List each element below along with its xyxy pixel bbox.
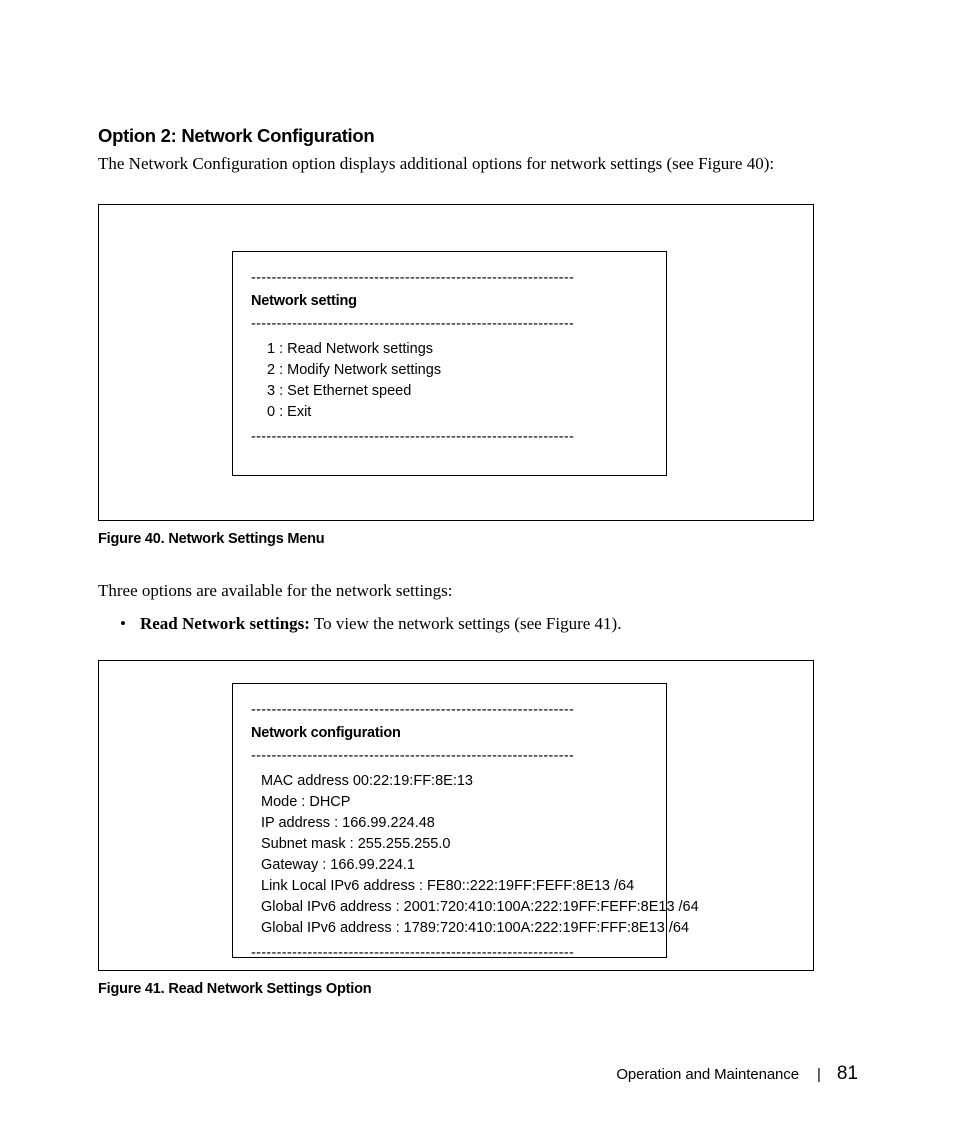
divider-line: ----------------------------------------… bbox=[251, 268, 648, 289]
divider-line: ----------------------------------------… bbox=[251, 943, 648, 964]
divider-line: ----------------------------------------… bbox=[251, 314, 648, 335]
page-footer: Operation and Maintenance | 81 bbox=[616, 1063, 858, 1085]
config-linklocal: Link Local IPv6 address : FE80::222:19FF… bbox=[261, 876, 648, 897]
section-heading: Option 2: Network Configuration bbox=[98, 125, 859, 147]
figure-41-inner: ----------------------------------------… bbox=[232, 683, 667, 958]
bullet-marker: • bbox=[120, 613, 126, 636]
config-subnet: Subnet mask : 255.255.255.0 bbox=[261, 834, 648, 855]
divider-line: ----------------------------------------… bbox=[251, 427, 648, 448]
figure-40-title: Network setting bbox=[251, 291, 648, 312]
figure-41-frame: ----------------------------------------… bbox=[98, 660, 814, 971]
footer-section: Operation and Maintenance bbox=[616, 1066, 799, 1083]
divider-line: ----------------------------------------… bbox=[251, 700, 648, 721]
mid-text: Three options are available for the netw… bbox=[98, 580, 859, 603]
config-ip: IP address : 166.99.224.48 bbox=[261, 813, 648, 834]
menu-option-ethernet: 3 : Set Ethernet speed bbox=[267, 381, 648, 402]
config-global2: Global IPv6 address : 1789:720:410:100A:… bbox=[261, 918, 648, 939]
config-mode: Mode : DHCP bbox=[261, 792, 648, 813]
figure-40-frame: ----------------------------------------… bbox=[98, 204, 814, 521]
footer-separator: | bbox=[817, 1066, 821, 1083]
bullet-bold: Read Network settings: bbox=[140, 614, 310, 633]
bullet-text: Read Network settings: To view the netwo… bbox=[140, 613, 622, 636]
figure-41-caption: Figure 41. Read Network Settings Option bbox=[98, 981, 859, 997]
menu-option-exit: 0 : Exit bbox=[267, 402, 648, 423]
intro-text: The Network Configuration option display… bbox=[98, 153, 859, 176]
divider-line: ----------------------------------------… bbox=[251, 746, 648, 767]
footer-page-number: 81 bbox=[837, 1063, 858, 1085]
figure-40-caption: Figure 40. Network Settings Menu bbox=[98, 531, 859, 547]
menu-option-modify: 2 : Modify Network settings bbox=[267, 360, 648, 381]
figure-41-title: Network configuration bbox=[251, 723, 648, 744]
config-mac: MAC address 00:22:19:FF:8E:13 bbox=[261, 771, 648, 792]
figure-40-inner: ----------------------------------------… bbox=[232, 251, 667, 476]
bullet-rest: To view the network settings (see Figure… bbox=[310, 614, 622, 633]
config-global1: Global IPv6 address : 2001:720:410:100A:… bbox=[261, 897, 648, 918]
menu-option-read: 1 : Read Network settings bbox=[267, 339, 648, 360]
bullet-read-network: • Read Network settings: To view the net… bbox=[120, 613, 859, 636]
config-gateway: Gateway : 166.99.224.1 bbox=[261, 855, 648, 876]
